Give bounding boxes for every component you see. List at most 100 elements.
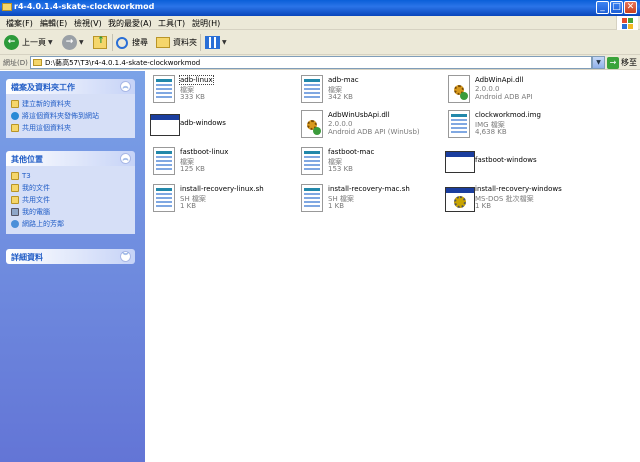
file-list: adb-linux 檔案 333 KB adb-mac 檔案 342 KB AdbWinAp…	[145, 71, 640, 462]
file-tasks-panel: 檔案及資料夾工作 ︽ 建立新的資料夾 將這個資料夾發佈到網站 共用這個資料夾	[6, 79, 135, 138]
dll-icon	[298, 110, 326, 140]
place-network[interactable]: 網路上的芳鄰	[11, 218, 130, 230]
place-shared-documents[interactable]: 共用文件	[11, 194, 130, 206]
shared-folder-icon	[11, 124, 19, 132]
maximize-button[interactable]: □	[610, 1, 623, 14]
task-publish-folder[interactable]: 將這個資料夾發佈到網站	[11, 110, 130, 122]
address-path: D:\藝高57\T3\r4-4.0.1.4-skate-clockworkmod	[45, 59, 201, 67]
go-arrow-icon: →	[607, 56, 619, 69]
folders-label: 資料夾	[173, 38, 197, 47]
menu-edit[interactable]: 編輯(E)	[40, 18, 67, 29]
file-tasks-title: 檔案及資料夾工作	[11, 83, 75, 92]
place-label: 我的電腦	[22, 208, 50, 216]
file-name: install-recovery-linux.sh	[180, 185, 264, 193]
forward-button[interactable]: → ▼	[62, 34, 84, 51]
task-share-folder[interactable]: 共用這個資料夾	[11, 122, 130, 134]
menu-file[interactable]: 檔案(F)	[6, 18, 33, 29]
place-label: 網路上的芳鄰	[22, 220, 64, 228]
go-button[interactable]: → 移至	[607, 56, 637, 69]
address-input[interactable]: D:\藝高57\T3\r4-4.0.1.4-skate-clockworkmod	[30, 56, 592, 69]
back-button[interactable]: ← 上一頁 ▼	[4, 34, 53, 51]
folder-icon	[11, 172, 19, 180]
place-label: T3	[22, 172, 31, 180]
application-window-icon	[150, 110, 180, 140]
file-size: 333 KB	[180, 93, 205, 101]
file-name: install-recovery-mac.sh	[328, 185, 410, 193]
file-name: adb-mac	[328, 76, 359, 84]
details-panel: 詳細資料 ︾	[6, 249, 135, 264]
search-label: 搜尋	[132, 38, 148, 47]
my-documents-icon	[11, 184, 19, 192]
task-new-folder[interactable]: 建立新的資料夾	[11, 98, 130, 110]
views-button[interactable]: ▼	[205, 34, 227, 51]
file-name: adb-windows	[180, 119, 226, 127]
task-label: 將這個資料夾發佈到網站	[22, 112, 99, 120]
file-name: fastboot-mac	[328, 148, 375, 156]
address-label: 網址(D)	[3, 59, 28, 67]
network-icon	[11, 220, 19, 228]
toolbar-separator	[112, 34, 113, 51]
file-size: 1 KB	[328, 202, 345, 210]
task-label: 共用這個資料夾	[22, 124, 71, 132]
folders-icon	[156, 37, 170, 48]
go-label: 移至	[621, 58, 637, 67]
new-folder-icon	[11, 100, 19, 108]
chevron-down-icon: ▼	[48, 39, 53, 46]
expand-icon[interactable]: ︾	[120, 251, 131, 262]
folders-button[interactable]: 資料夾	[156, 34, 197, 51]
place-label: 我的文件	[22, 184, 50, 192]
file-size: 1 KB	[180, 202, 197, 210]
chevron-down-icon: ▼	[79, 39, 84, 46]
task-label: 建立新的資料夾	[22, 100, 71, 108]
file-name: AdbWinUsbApi.dll	[328, 111, 390, 119]
file-size: 153 KB	[328, 165, 353, 173]
place-my-computer[interactable]: 我的電腦	[11, 206, 130, 218]
generic-file-icon	[298, 147, 326, 177]
computer-icon	[11, 208, 19, 216]
folder-icon	[33, 59, 42, 66]
chevron-down-icon: ▼	[222, 39, 227, 46]
file-name: install-recovery-windows	[475, 185, 562, 193]
details-header[interactable]: 詳細資料 ︾	[6, 249, 135, 264]
other-places-title: 其他位置	[11, 155, 43, 164]
file-type: 2.0.0.0	[328, 120, 353, 128]
collapse-icon[interactable]: ︽	[120, 81, 131, 92]
toolbar-separator	[200, 34, 201, 51]
back-arrow-icon: ←	[4, 35, 19, 50]
collapse-icon[interactable]: ︽	[120, 153, 131, 164]
title-bar[interactable]: r4-4.0.1.4-skate-clockworkmod _ □ ✕	[0, 0, 640, 16]
generic-file-icon	[150, 75, 178, 105]
up-folder-button[interactable]: ↑	[93, 34, 107, 51]
batch-file-icon	[445, 184, 475, 214]
views-icon	[205, 36, 220, 49]
file-name: fastboot-linux	[180, 148, 229, 156]
close-button[interactable]: ✕	[624, 1, 637, 14]
place-label: 共用文件	[22, 196, 50, 204]
search-button[interactable]: 搜尋	[116, 34, 148, 51]
menu-favorites[interactable]: 我的最愛(A)	[108, 18, 152, 29]
other-places-header[interactable]: 其他位置 ︽	[6, 151, 135, 166]
place-t3[interactable]: T3	[11, 170, 130, 182]
file-size: Android ADB API (WinUsb)	[328, 128, 420, 136]
address-bar: 網址(D) D:\藝高57\T3\r4-4.0.1.4-skate-clockw…	[0, 55, 640, 70]
menu-tools[interactable]: 工具(T)	[158, 18, 185, 29]
place-my-documents[interactable]: 我的文件	[11, 182, 130, 194]
file-size: 125 KB	[180, 165, 205, 173]
windows-logo-icon	[616, 16, 638, 30]
file-tasks-header[interactable]: 檔案及資料夾工作 ︽	[6, 79, 135, 94]
globe-icon	[11, 112, 19, 120]
up-folder-icon: ↑	[93, 36, 107, 49]
dll-icon	[445, 75, 473, 105]
file-type: 2.0.0.0	[475, 85, 500, 93]
generic-file-icon	[445, 110, 473, 140]
menu-help[interactable]: 說明(H)	[192, 18, 220, 29]
file-name: fastboot-windows	[475, 156, 537, 164]
window-title: r4-4.0.1.4-skate-clockworkmod	[14, 2, 155, 11]
address-dropdown-button[interactable]: ▼	[592, 56, 605, 69]
file-name: clockworkmod.img	[475, 111, 541, 119]
menu-bar: 檔案(F) 編輯(E) 檢視(V) 我的最愛(A) 工具(T) 說明(H)	[0, 16, 640, 30]
file-name: adb-linux	[179, 75, 214, 85]
file-name: AdbWinApi.dll	[475, 76, 524, 84]
minimize-button[interactable]: _	[596, 1, 609, 14]
menu-view[interactable]: 檢視(V)	[74, 18, 102, 29]
